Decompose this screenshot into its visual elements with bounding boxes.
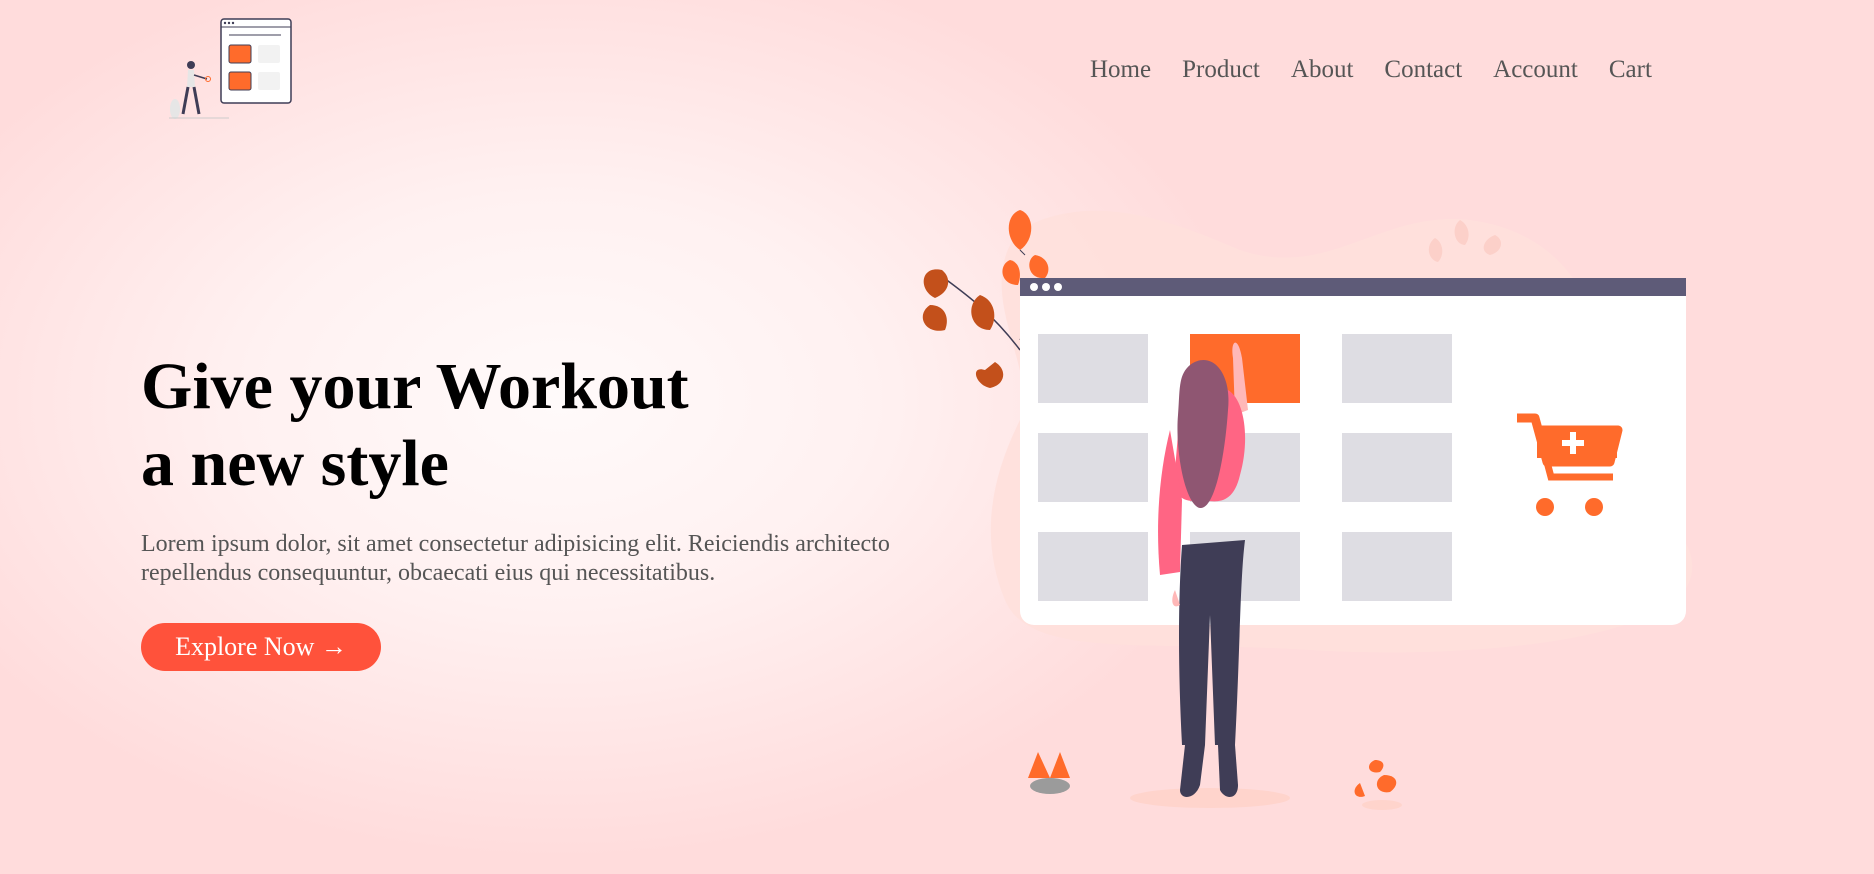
nav-about[interactable]: About	[1291, 52, 1354, 88]
hero-title-line-1: Give your Workout	[141, 350, 689, 423]
site-logo[interactable]	[163, 17, 303, 121]
hero-title: Give your Workout a new style	[141, 348, 901, 502]
explore-now-button[interactable]: Explore Now →	[141, 623, 381, 671]
hero-illustration	[910, 200, 1710, 820]
hero-description: Lorem ipsum dolor, sit amet consectetur …	[141, 531, 890, 586]
nav-home[interactable]: Home	[1090, 52, 1151, 88]
main-nav: Home Product About Contact Account Cart	[1090, 52, 1683, 88]
nav-account[interactable]: Account	[1493, 52, 1578, 88]
nav-contact[interactable]: Contact	[1384, 52, 1462, 88]
nav-cart[interactable]: Cart	[1609, 52, 1652, 88]
nav-product[interactable]: Product	[1182, 52, 1260, 88]
hero-title-line-2: a new style	[141, 427, 449, 500]
